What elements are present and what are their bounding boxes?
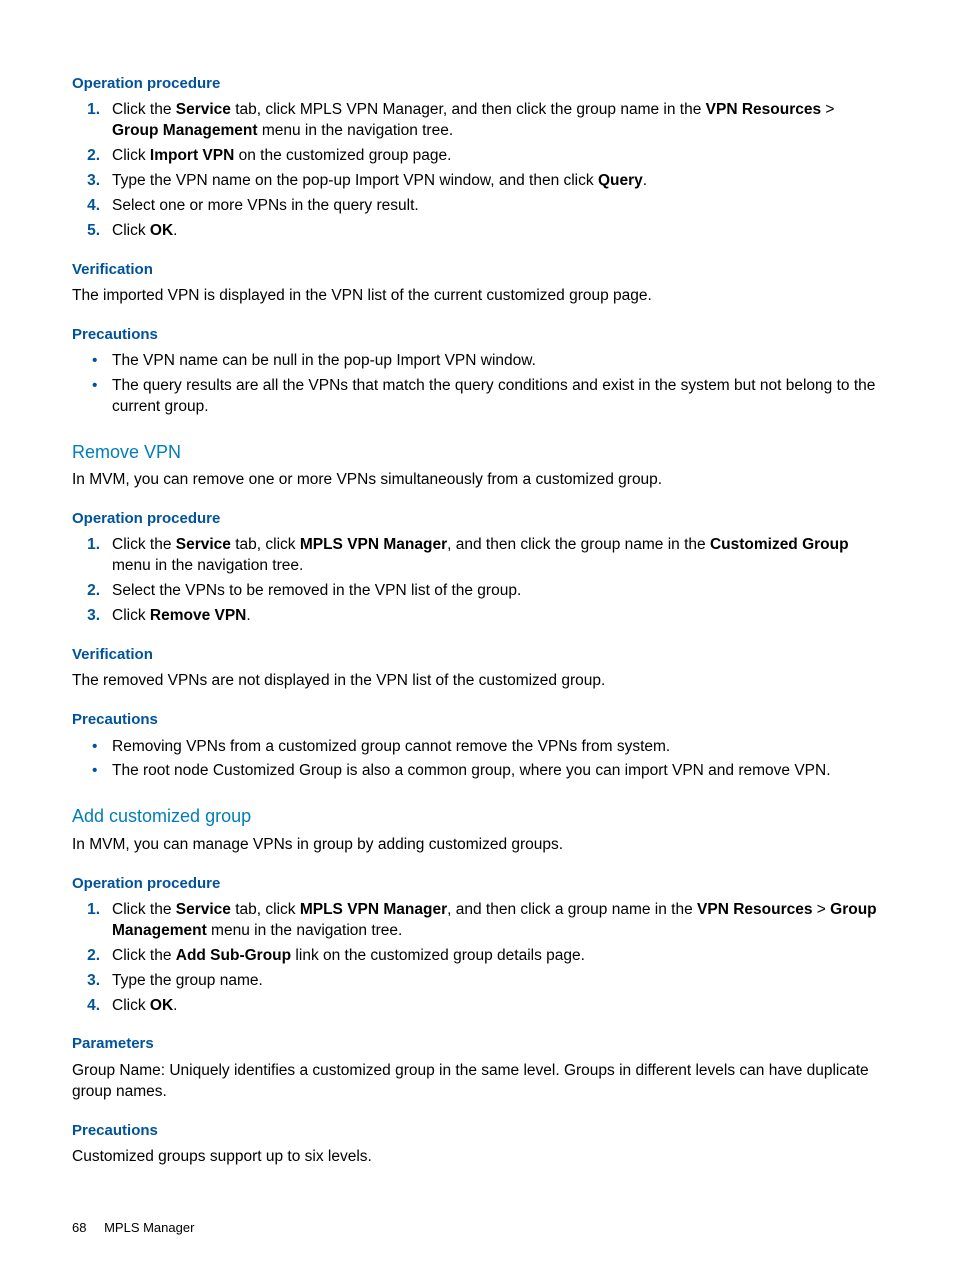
- page-number: 68: [72, 1220, 86, 1235]
- parameters-text: Group Name: Uniquely identifies a custom…: [72, 1061, 882, 1103]
- heading-verification: Verification: [72, 645, 882, 665]
- step-item: Type the VPN name on the pop-up Import V…: [102, 171, 882, 192]
- step-item: Click Import VPN on the customized group…: [102, 146, 882, 167]
- precautions-list-2: Removing VPNs from a customized group ca…: [72, 737, 882, 783]
- step-item: Click OK.: [102, 996, 882, 1017]
- verification-text: The removed VPNs are not displayed in th…: [72, 671, 882, 692]
- heading-add-customized-group: Add customized group: [72, 804, 882, 828]
- verification-text: The imported VPN is displayed in the VPN…: [72, 286, 882, 307]
- step-item: Click the Service tab, click MPLS VPN Ma…: [102, 535, 882, 577]
- step-item: Click the Add Sub-Group link on the cust…: [102, 946, 882, 967]
- step-item: Select the VPNs to be removed in the VPN…: [102, 581, 882, 602]
- heading-precautions: Precautions: [72, 710, 882, 730]
- heading-operation-procedure: Operation procedure: [72, 509, 882, 529]
- intro-text: In MVM, you can manage VPNs in group by …: [72, 835, 882, 856]
- bullet-item: Removing VPNs from a customized group ca…: [112, 737, 882, 758]
- footer-title: MPLS Manager: [104, 1220, 194, 1235]
- heading-precautions: Precautions: [72, 1121, 882, 1141]
- steps-list-2: Click the Service tab, click MPLS VPN Ma…: [72, 535, 882, 627]
- step-item: Click Remove VPN.: [102, 606, 882, 627]
- step-item: Select one or more VPNs in the query res…: [102, 196, 882, 217]
- heading-verification: Verification: [72, 260, 882, 280]
- heading-operation-procedure: Operation procedure: [72, 74, 882, 94]
- intro-text: In MVM, you can remove one or more VPNs …: [72, 470, 882, 491]
- step-item: Click OK.: [102, 221, 882, 242]
- precautions-list-1: The VPN name can be null in the pop-up I…: [72, 351, 882, 418]
- step-item: Click the Service tab, click MPLS VPN Ma…: [102, 100, 882, 142]
- bullet-item: The query results are all the VPNs that …: [112, 376, 882, 418]
- heading-remove-vpn: Remove VPN: [72, 440, 882, 464]
- step-item: Type the group name.: [102, 971, 882, 992]
- steps-list-1: Click the Service tab, click MPLS VPN Ma…: [72, 100, 882, 242]
- heading-precautions: Precautions: [72, 325, 882, 345]
- step-item: Click the Service tab, click MPLS VPN Ma…: [102, 900, 882, 942]
- steps-list-3: Click the Service tab, click MPLS VPN Ma…: [72, 900, 882, 1017]
- page-footer: 68 MPLS Manager: [72, 1219, 194, 1237]
- bullet-item: The VPN name can be null in the pop-up I…: [112, 351, 882, 372]
- bullet-item: The root node Customized Group is also a…: [112, 761, 882, 782]
- precautions-text: Customized groups support up to six leve…: [72, 1147, 882, 1168]
- heading-operation-procedure: Operation procedure: [72, 874, 882, 894]
- heading-parameters: Parameters: [72, 1034, 882, 1054]
